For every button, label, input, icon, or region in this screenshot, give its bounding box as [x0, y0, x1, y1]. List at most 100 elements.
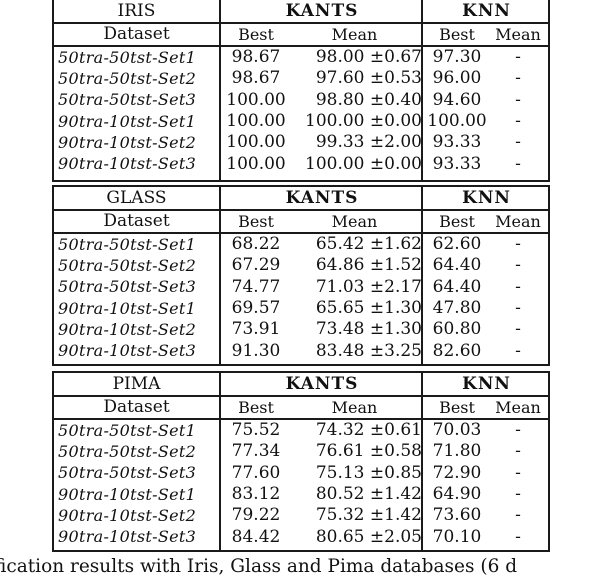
table-row: 90tra-10tst-Set3 100.00 100.00 ±0.00 93.33 -: [54, 153, 548, 174]
table-row: 90tra-10tst-Set3 84.42 80.65 ±2.05 70.10 -: [54, 526, 548, 547]
kants-mean-value: 98.80 ±0.40: [315, 89, 422, 110]
kants-mean-value: 71.03 ±2.17: [315, 276, 422, 297]
kants-mean-value: 65.42 ±1.62: [315, 234, 422, 255]
table-row: 50tra-50tst-Set2 67.29 64.86 ±1.52 64.40 -: [54, 255, 548, 276]
kants-mean-value: 99.33 ±2.00: [315, 132, 422, 153]
knn-best-value: 100.00: [427, 111, 487, 132]
kants-best-value: 67.29: [231, 255, 281, 276]
header-row-groups: GLASS KANTS KNN: [54, 187, 548, 211]
knn-best-value: 62.60: [432, 234, 482, 255]
table-row: 50tra-50tst-Set1 68.22 65.42 ±1.62 62.60 -: [54, 234, 548, 255]
kants-best-value: 68.22: [231, 234, 281, 255]
dataset-name: GLASS: [106, 187, 167, 208]
knn-best-value: 94.60: [432, 89, 482, 110]
dataset-split-name: 50tra-50tst-Set1: [58, 47, 197, 67]
header-row-columns: Dataset Best Mean Best Mean: [54, 211, 548, 234]
kants-best-value: 100.00: [226, 111, 286, 132]
table-row: 50tra-50tst-Set1 75.52 74.32 ±0.61 70.03 -: [54, 420, 548, 441]
knn-best-value: 73.60: [432, 505, 482, 526]
kants-best-value: 69.57: [231, 298, 281, 319]
kants-best-value: 98.67: [231, 68, 281, 89]
kants-best-header: Best: [238, 24, 274, 44]
dataset-split-name: 90tra-10tst-Set1: [58, 298, 197, 318]
knn-mean-value: -: [515, 234, 521, 255]
kants-group-header: KANTS: [285, 187, 359, 208]
table-row: 50tra-50tst-Set1 98.67 98.00 ±0.67 97.30 -: [54, 47, 548, 68]
knn-mean-value: -: [515, 319, 521, 340]
knn-mean-value: -: [515, 462, 521, 483]
dataset-split-name: 90tra-10tst-Set3: [58, 527, 197, 547]
knn-mean-value: -: [515, 484, 521, 505]
table-row: 50tra-50tst-Set3 100.00 98.80 ±0.40 94.60 -: [54, 90, 548, 111]
kants-best-value: 77.60: [231, 462, 281, 483]
kants-best-value: 100.00: [226, 153, 286, 174]
kants-best-value: 98.67: [231, 47, 281, 68]
header-row-groups: IRIS KANTS KNN: [54, 0, 548, 24]
dataset-split-name: 50tra-50tst-Set3: [58, 277, 197, 297]
knn-mean-value: -: [515, 89, 521, 110]
kants-mean-value: 64.86 ±1.52: [315, 255, 422, 276]
knn-mean-value: -: [515, 441, 521, 462]
knn-group-header: KNN: [462, 187, 511, 208]
knn-best-value: 64.40: [432, 276, 482, 297]
table-row: 90tra-10tst-Set1 83.12 80.52 ±1.42 64.90 -: [54, 484, 548, 505]
knn-mean-value: -: [515, 132, 521, 153]
knn-best-header: Best: [439, 211, 475, 231]
dataset-name: PIMA: [112, 373, 161, 394]
kants-group-header: KANTS: [285, 373, 359, 394]
knn-best-value: 82.60: [432, 340, 482, 361]
knn-mean-header: Mean: [495, 397, 541, 417]
dataset-split-name: 50tra-50tst-Set2: [58, 68, 197, 88]
knn-best-value: 47.80: [432, 298, 482, 319]
kants-best-value: 100.00: [226, 89, 286, 110]
dataset-split-name: 90tra-10tst-Set2: [58, 505, 197, 525]
kants-mean-header: Mean: [331, 211, 378, 231]
kants-mean-value: 97.60 ±0.53: [315, 68, 422, 89]
knn-best-header: Best: [439, 397, 475, 417]
dataset-column-header: Dataset: [103, 397, 170, 417]
kants-mean-value: 80.52 ±1.42: [315, 484, 422, 505]
results-table-pima: PIMA KANTS KNN Dataset Best Mean Best Mean 50tra…: [52, 371, 550, 552]
knn-mean-value: -: [515, 255, 521, 276]
kants-best-value: 91.30: [231, 340, 281, 361]
knn-mean-value: -: [515, 68, 521, 89]
kants-best-value: 83.12: [231, 484, 281, 505]
dataset-split-name: 90tra-10tst-Set3: [58, 154, 197, 174]
dataset-split-name: 90tra-10tst-Set3: [58, 341, 197, 361]
kants-mean-value: 76.61 ±0.58: [315, 441, 422, 462]
table-caption: fication results with Iris, Glass and Pi…: [0, 556, 518, 577]
table-row: 50tra-50tst-Set3 77.60 75.13 ±0.85 72.90 -: [54, 463, 548, 484]
knn-mean-header: Mean: [495, 24, 541, 44]
dataset-column-header: Dataset: [103, 211, 170, 231]
knn-mean-value: -: [515, 47, 521, 68]
kants-mean-value: 65.65 ±1.30: [315, 298, 422, 319]
kants-mean-header: Mean: [331, 397, 378, 417]
knn-mean-value: -: [515, 111, 521, 132]
kants-best-value: 75.52: [231, 420, 281, 441]
knn-best-header: Best: [439, 24, 475, 44]
knn-mean-value: -: [515, 276, 521, 297]
knn-mean-value: -: [515, 526, 521, 547]
dataset-split-name: 90tra-10tst-Set1: [58, 111, 197, 131]
table-row: 90tra-10tst-Set2 73.91 73.48 ±1.30 60.80 -: [54, 319, 548, 340]
knn-group-header: KNN: [462, 0, 511, 21]
dataset-split-name: 50tra-50tst-Set1: [58, 234, 197, 254]
kants-mean-value: 74.32 ±0.61: [315, 420, 422, 441]
knn-best-value: 70.10: [432, 526, 482, 547]
header-row-columns: Dataset Best Mean Best Mean: [54, 24, 548, 47]
knn-best-value: 60.80: [432, 319, 482, 340]
kants-mean-value: 80.65 ±2.05: [315, 526, 422, 547]
dataset-split-name: 50tra-50tst-Set1: [58, 420, 197, 440]
knn-best-value: 64.40: [432, 255, 482, 276]
table-row: 50tra-50tst-Set2 77.34 76.61 ±0.58 71.80 -: [54, 441, 548, 462]
header-row-columns: Dataset Best Mean Best Mean: [54, 397, 548, 420]
kants-best-value: 77.34: [231, 441, 281, 462]
kants-mean-value: 75.32 ±1.42: [315, 505, 422, 526]
dataset-split-name: 90tra-10tst-Set2: [58, 319, 197, 339]
kants-mean-value: 83.48 ±3.25: [315, 340, 422, 361]
knn-mean-value: -: [515, 505, 521, 526]
kants-mean-value: 73.48 ±1.30: [315, 319, 422, 340]
knn-best-value: 97.30: [432, 47, 482, 68]
knn-best-value: 70.03: [432, 420, 482, 441]
table-row: 90tra-10tst-Set3 91.30 83.48 ±3.25 82.60 -: [54, 340, 548, 361]
